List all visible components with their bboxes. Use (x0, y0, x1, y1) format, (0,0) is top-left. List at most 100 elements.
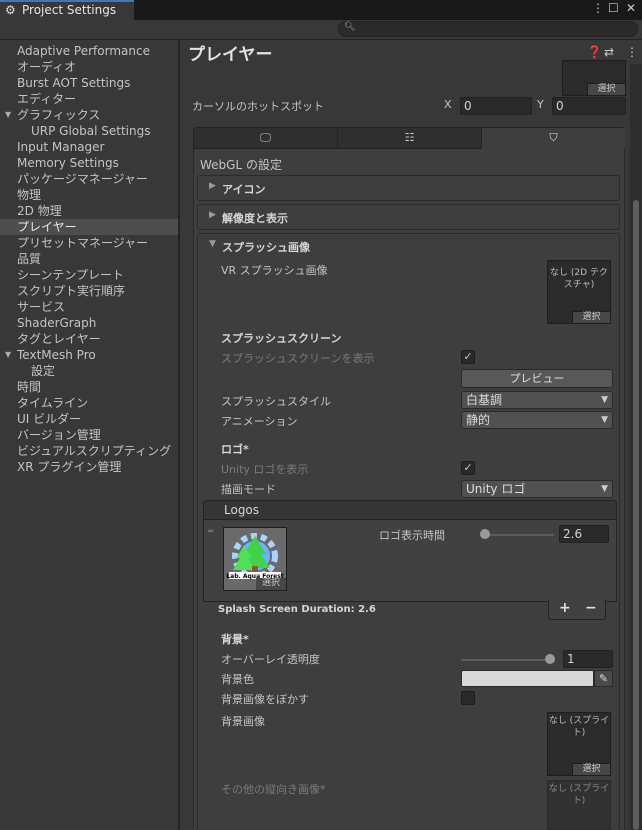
search-input[interactable]: 🔍︎ (338, 21, 638, 37)
title-bar: ⚙ Project Settings ⋮ ☐ ✕ (0, 0, 642, 20)
logo-duration-slider[interactable] (480, 534, 554, 536)
portrait-image-slot[interactable]: なし (スプライト) (547, 780, 611, 830)
more-menu-icon[interactable]: ⋮ (592, 1, 604, 15)
blur-background-label: 背景画像をぼかす (221, 693, 309, 706)
help-icon[interactable]: ❓ (587, 45, 602, 59)
nav-item-physics-2d[interactable]: 2D 物理 (0, 203, 178, 219)
vr-splash-texture-slot[interactable]: なし (2D テクスチャ) 選択 (547, 260, 611, 324)
nav-label: グラフィックス (17, 108, 101, 122)
drag-handle-icon[interactable]: ═ (208, 528, 218, 537)
nav-item-ui-builder[interactable]: UI ビルダー (0, 411, 178, 427)
nav-item-editor[interactable]: エディター (0, 91, 178, 107)
eyedropper-icon[interactable]: ✎ (594, 670, 613, 687)
nav-item-tmp-settings[interactable]: 設定 (0, 363, 178, 379)
nav-item-urp[interactable]: URP Global Settings (0, 123, 178, 139)
tab-webgl[interactable]: ⛉ (482, 128, 625, 149)
chevron-down-icon: ▼ (601, 484, 608, 494)
nav-item-burst[interactable]: Burst AOT Settings (0, 75, 178, 91)
nav-item-tags-layers[interactable]: タグとレイヤー (0, 331, 178, 347)
splash-style-dropdown[interactable]: 白基調 ▼ (461, 391, 613, 409)
nav-item-timeline[interactable]: タイムライン (0, 395, 178, 411)
show-splash-checkbox[interactable]: ✓ (461, 350, 475, 364)
nav-item-textmesh-pro[interactable]: ▼ TextMesh Pro (0, 347, 178, 363)
preview-button[interactable]: プレビュー (461, 369, 613, 388)
nav-item-audio[interactable]: オーディオ (0, 59, 178, 75)
nav-item-visual-scripting[interactable]: ビジュアルスクリプティング (0, 443, 178, 459)
splash-style-label: スプラッシュスタイル (221, 395, 331, 408)
draw-mode-value: Unity ロゴ (466, 482, 526, 496)
blur-background-checkbox[interactable] (461, 691, 475, 705)
logos-list-title: Logos (224, 503, 260, 517)
hotspot-x-label: X (444, 98, 452, 111)
show-unity-logo-label: Unity ロゴを表示 (221, 463, 309, 476)
remove-logo-button[interactable]: − (585, 600, 597, 616)
nav-item-scene-template[interactable]: シーンテンプレート (0, 267, 178, 283)
platform-tabs: 🖵 ☷ ⛉ (193, 127, 625, 149)
draw-mode-dropdown[interactable]: Unity ロゴ ▼ (461, 480, 613, 498)
nav-item-package-manager[interactable]: パッケージマネージャー (0, 171, 178, 187)
logo-duration-slider-handle[interactable] (480, 529, 490, 539)
expanded-triangle-icon[interactable]: ▼ (5, 107, 11, 123)
nav-label: Adaptive Performance (17, 44, 150, 58)
presets-icon[interactable]: ⇄ (604, 45, 614, 59)
foldout-icon[interactable]: ▶ アイコン (197, 175, 620, 201)
nav-item-quality[interactable]: 品質 (0, 251, 178, 267)
nav-label: バージョン管理 (17, 428, 101, 442)
logo-texture-slot[interactable]: Lab. Aqua Forest 選択 (223, 527, 287, 591)
nav-item-time[interactable]: 時間 (0, 379, 178, 395)
cursor-texture-select-button[interactable]: 選択 (587, 83, 625, 95)
overlay-opacity-slider-handle[interactable] (545, 654, 555, 664)
nav-label: サービス (17, 300, 66, 314)
show-unity-logo-checkbox[interactable]: ✓ (461, 461, 475, 475)
foldout-splash-label[interactable]: スプラッシュ画像 (222, 239, 310, 255)
nav-item-input[interactable]: Input Manager (0, 139, 178, 155)
nav-item-memory[interactable]: Memory Settings (0, 155, 178, 171)
cursor-texture-slot[interactable]: 選択 (562, 60, 626, 96)
vr-splash-select-button[interactable]: 選択 (572, 311, 610, 323)
nav-item-xr-plugin[interactable]: XR プラグイン管理 (0, 459, 178, 475)
hotspot-x-field[interactable]: 0 (460, 97, 532, 115)
logos-list-header: Logos (203, 500, 617, 520)
maximize-icon[interactable]: ☐ (608, 1, 619, 15)
close-icon[interactable]: ✕ (626, 1, 636, 15)
player-settings-panel: プレイヤー ❓ ⇄ ⋮ 選択 カーソルのホットスポット X 0 Y 0 🖵 ☷ … (180, 40, 642, 830)
scrollbar[interactable] (630, 64, 642, 830)
more-options-icon[interactable]: ⋮ (626, 45, 638, 59)
tab-standalone[interactable]: 🖵 (194, 128, 338, 148)
expanded-triangle-icon[interactable]: ▼ (5, 347, 11, 363)
checkmark-icon: ✓ (463, 350, 473, 363)
nav-label: 品質 (17, 252, 42, 266)
logo-select-button[interactable]: 選択 (256, 578, 286, 590)
nav-item-shadergraph[interactable]: ShaderGraph (0, 315, 178, 331)
nav-item-physics[interactable]: 物理 (0, 187, 178, 203)
nav-label: タイムライン (17, 396, 89, 410)
window-tab[interactable]: ⚙ Project Settings (0, 0, 134, 20)
overlay-opacity-field[interactable]: 1 (563, 650, 613, 668)
add-logo-button[interactable]: + (559, 600, 571, 616)
animation-dropdown[interactable]: 静的 ▼ (461, 411, 613, 429)
foldout-icon-label: アイコン (222, 183, 266, 196)
nav-item-script-order[interactable]: スクリプト実行順序 (0, 283, 178, 299)
foldout-resolution[interactable]: ▶ 解像度と表示 (197, 204, 620, 230)
tab-server[interactable]: ☷ (338, 128, 482, 148)
nav-item-player[interactable]: プレイヤー (0, 219, 178, 235)
scrollbar-thumb[interactable] (633, 200, 639, 830)
overlay-opacity-slider[interactable] (461, 659, 555, 661)
splash-style-value: 白基調 (466, 393, 503, 407)
animation-value: 静的 (466, 413, 491, 427)
background-image-select-button[interactable]: 選択 (572, 763, 610, 775)
nav-item-services[interactable]: サービス (0, 299, 178, 315)
background-color-swatch[interactable] (461, 670, 594, 687)
hotspot-y-field[interactable]: 0 (552, 97, 626, 115)
background-image-slot[interactable]: なし (スプライト) 選択 (547, 712, 611, 776)
logo-duration-field[interactable]: 2.6 (559, 525, 609, 543)
nav-item-graphics[interactable]: ▼ グラフィックス (0, 107, 178, 123)
nav-label: XR プラグイン管理 (17, 460, 122, 474)
expanded-triangle-icon[interactable]: ▼ (209, 239, 216, 249)
nav-label: 物理 (17, 188, 42, 202)
nav-label: ShaderGraph (17, 316, 97, 330)
nav-item-adaptive-performance[interactable]: Adaptive Performance (0, 43, 178, 59)
nav-item-version-control[interactable]: バージョン管理 (0, 427, 178, 443)
nav-item-preset-manager[interactable]: プリセットマネージャー (0, 235, 178, 251)
nav-label: TextMesh Pro (17, 348, 96, 362)
